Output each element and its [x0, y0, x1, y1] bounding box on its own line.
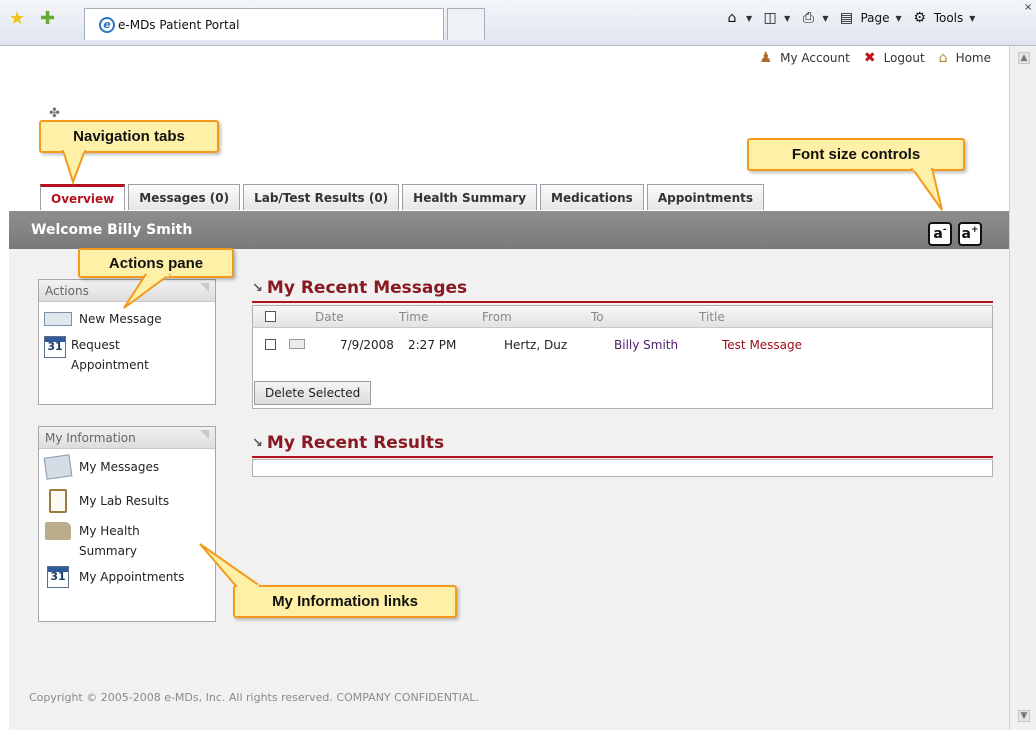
col-to: To: [591, 310, 604, 324]
navigation-tabs: Overview Messages (0) Lab/Test Results (…: [40, 184, 764, 210]
chevron-down-icon[interactable]: ▼: [969, 14, 975, 23]
close-icon[interactable]: ×: [1024, 2, 1032, 13]
cell-to: Billy Smith: [614, 338, 679, 352]
message-icon: [289, 339, 305, 349]
font-increase-glyph: a: [961, 226, 971, 242]
callout-my-information-links: My Information links: [233, 585, 457, 618]
feeds-icon[interactable]: ◫: [762, 10, 778, 26]
tools-menu[interactable]: Tools: [934, 11, 964, 25]
cell-from: Hertz, Duz: [504, 338, 568, 352]
my-messages-label: My Messages: [79, 460, 160, 474]
home-icon[interactable]: ⌂: [724, 10, 740, 26]
my-information-panel: My Information My Messages My Lab Result…: [38, 426, 216, 622]
callout-font-size-controls: Font size controls: [747, 138, 965, 171]
my-lab-results-link[interactable]: My Lab Results: [39, 489, 215, 513]
home-link[interactable]: Home: [956, 51, 991, 65]
browser-tab-title: e-MDs Patient Portal: [118, 17, 240, 32]
chevron-down-icon[interactable]: ▼: [896, 14, 902, 23]
welcome-text: Welcome Billy Smith: [31, 222, 193, 238]
tab-appointments[interactable]: Appointments: [646, 184, 764, 210]
callout-tail: [123, 274, 172, 309]
collapse-arrow-icon[interactable]: ↘: [252, 281, 263, 296]
copyright-text: Copyright © 2005-2008 e-MDs, Inc. All ri…: [29, 691, 480, 704]
my-information-title: My Information: [39, 427, 215, 449]
home-icon: ⌂: [938, 50, 948, 66]
header-links: ♟ My Account ✖ Logout ⌂ Home: [760, 50, 999, 66]
welcome-banner: Welcome Billy Smith: [9, 211, 1009, 249]
vertical-scrollbar[interactable]: ▲ ▼: [1009, 46, 1036, 730]
cell-date: 7/9/2008: [340, 338, 394, 352]
add-favorite-icon[interactable]: ✚: [40, 10, 55, 28]
tab-health-summary[interactable]: Health Summary: [402, 184, 538, 210]
tab-medications[interactable]: Medications: [540, 184, 644, 210]
table-header: Date Time From To Title: [253, 306, 992, 328]
my-health-summary-label: My Health Summary: [79, 524, 140, 558]
callout-tail: [199, 543, 264, 588]
calendar-icon: 31: [43, 566, 73, 588]
col-time: Time: [399, 310, 429, 324]
col-date: Date: [315, 310, 344, 324]
divider: [252, 301, 993, 303]
page-icon: ▤: [839, 10, 854, 26]
gear-icon: ⚙: [913, 10, 926, 26]
scroll-up-icon[interactable]: ▲: [1018, 52, 1030, 64]
new-tab-button[interactable]: [447, 8, 485, 40]
browser-tab[interactable]: e e-MDs Patient Portal: [84, 8, 444, 40]
plus-glyph: +: [970, 225, 979, 235]
browser-toolbar: ★ ✚ e e-MDs Patient Portal ⌂ ▼ ◫ ▼ ⎙ ▼ ▤ Pa…: [0, 0, 1036, 46]
row-checkbox[interactable]: [265, 339, 276, 350]
my-lab-results-label: My Lab Results: [79, 494, 170, 508]
cell-time: 2:27 PM: [408, 338, 457, 352]
tab-lab-results[interactable]: Lab/Test Results (0): [243, 184, 400, 210]
divider: [252, 456, 993, 458]
clipboard-icon: [43, 489, 73, 513]
recent-messages-heading: ↘ My Recent Messages: [252, 278, 467, 298]
request-appointment-label: Request Appointment: [71, 338, 149, 372]
select-all-checkbox[interactable]: [265, 311, 276, 322]
messages-icon: [43, 454, 73, 480]
font-decrease-button[interactable]: a-: [928, 222, 952, 246]
callout-tail: [61, 150, 87, 186]
font-increase-button[interactable]: a +: [958, 222, 982, 246]
recent-results-box: [252, 459, 993, 477]
scroll-down-icon[interactable]: ▼: [1018, 710, 1030, 722]
collapse-arrow-icon[interactable]: ↘: [252, 436, 263, 451]
my-health-summary-link[interactable]: My Health Summary: [39, 521, 215, 561]
page-menu[interactable]: Page: [860, 11, 889, 25]
minus-glyph: -: [942, 225, 947, 235]
col-title: Title: [699, 310, 725, 324]
chevron-down-icon[interactable]: ▼: [822, 14, 828, 23]
recent-results-title: My Recent Results: [266, 433, 445, 453]
favorites-star-icon[interactable]: ★: [9, 10, 25, 28]
callout-tail: [910, 168, 943, 211]
command-bar: ⌂ ▼ ◫ ▼ ⎙ ▼ ▤ Page ▼ ⚙ Tools ▼: [724, 10, 979, 26]
recent-messages-table: Date Time From To Title 7/9/2008 2:27 PM…: [252, 305, 993, 409]
delete-selected-button[interactable]: Delete Selected: [254, 381, 372, 405]
request-appointment-link[interactable]: 31 Request Appointment: [39, 335, 215, 375]
envelope-icon: [43, 309, 73, 329]
account-icon: ♟: [759, 50, 773, 66]
font-decrease-glyph: a: [933, 226, 943, 242]
callout-navigation-tabs: Navigation tabs: [39, 120, 219, 153]
recent-results-heading: ↘ My Recent Results: [252, 433, 444, 453]
my-account-link[interactable]: My Account: [780, 51, 850, 65]
my-appointments-label: My Appointments: [79, 570, 185, 584]
chevron-down-icon[interactable]: ▼: [784, 14, 790, 23]
ie-logo-icon: e: [99, 16, 115, 33]
chevron-down-icon[interactable]: ▼: [746, 14, 752, 23]
cell-title[interactable]: Test Message: [722, 338, 802, 352]
print-icon[interactable]: ⎙: [800, 10, 816, 26]
calendar-add-icon: 31: [43, 335, 67, 359]
logout-icon: ✖: [863, 50, 876, 66]
folder-icon: [43, 521, 73, 541]
recent-messages-title: My Recent Messages: [266, 278, 468, 298]
logout-link[interactable]: Logout: [884, 51, 925, 65]
my-messages-link[interactable]: My Messages: [39, 454, 215, 480]
tab-messages[interactable]: Messages (0): [128, 184, 241, 210]
col-from: From: [482, 310, 512, 324]
table-row[interactable]: 7/9/2008 2:27 PM Hertz, Duz Billy Smith …: [253, 334, 992, 364]
my-appointments-link[interactable]: 31 My Appointments: [39, 566, 215, 588]
